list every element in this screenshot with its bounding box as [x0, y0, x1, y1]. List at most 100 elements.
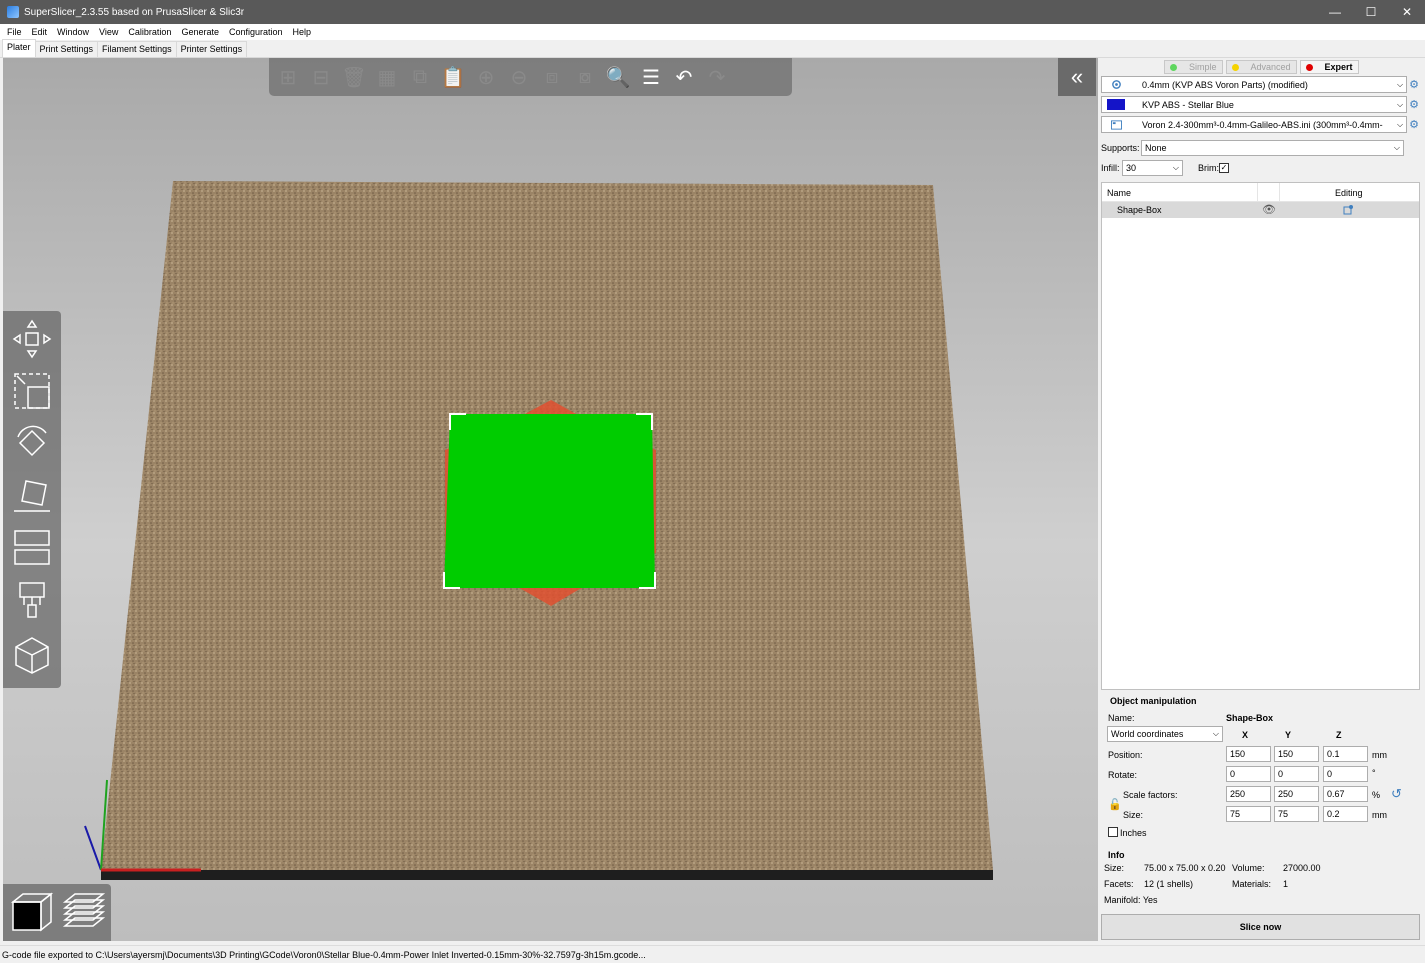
- bed-edge: [101, 870, 993, 880]
- brim-checkbox[interactable]: ✓: [1219, 163, 1229, 173]
- info-manifold: Manifold: Yes: [1104, 895, 1158, 905]
- reset-scale-icon[interactable]: ↺: [1391, 786, 1402, 802]
- menu-configuration[interactable]: Configuration: [224, 27, 288, 37]
- menu-help[interactable]: Help: [288, 27, 317, 37]
- cut-icon[interactable]: [8, 523, 56, 571]
- scale-x-field[interactable]: 250: [1226, 786, 1271, 802]
- infill-label: Infill:: [1101, 163, 1120, 173]
- axis-z-label: Z: [1336, 730, 1342, 740]
- top-toolbar: ⊞ ⊟ 🗑 ▦ ⧉ 📋 ⊕ ⊖ ⧈ ⧇ 🔍 ☰ ↶ ↷: [269, 58, 792, 96]
- eye-icon[interactable]: 👁: [1262, 203, 1276, 216]
- column-editing[interactable]: Editing: [1335, 188, 1363, 198]
- supports-select[interactable]: None ⌵: [1141, 140, 1404, 156]
- move-icon[interactable]: [8, 315, 56, 363]
- tab-filament-settings[interactable]: Filament Settings: [97, 41, 177, 57]
- info-materials-value: 1: [1283, 879, 1289, 889]
- paste-icon[interactable]: 📋: [438, 62, 468, 92]
- delete-all-icon[interactable]: 🗑: [339, 62, 369, 92]
- rotate-z-field[interactable]: 0: [1323, 766, 1368, 782]
- gear-icon[interactable]: ⚙: [1408, 119, 1420, 131]
- collapse-sidebar-icon[interactable]: «: [1058, 58, 1096, 96]
- size-unit: mm: [1372, 810, 1387, 820]
- mode-simple-button[interactable]: Simple: [1164, 60, 1223, 74]
- position-y-field[interactable]: 150: [1274, 746, 1319, 762]
- scale-y-field[interactable]: 250: [1274, 786, 1319, 802]
- 3d-viewport[interactable]: ⊞ ⊟ 🗑 ▦ ⧉ 📋 ⊕ ⊖ ⧈ ⧇ 🔍 ☰ ↶ ↷ «: [3, 58, 1098, 941]
- print-bed-scene[interactable]: [3, 58, 1098, 941]
- arrange-icon[interactable]: ▦: [372, 62, 402, 92]
- menu-window[interactable]: Window: [52, 27, 94, 37]
- maximize-button[interactable]: ☐: [1353, 0, 1389, 24]
- infill-select[interactable]: 30 ⌵: [1122, 160, 1183, 176]
- menu-view[interactable]: View: [94, 27, 123, 37]
- advanced-dot-icon: [1231, 63, 1239, 71]
- chevron-down-icon: ⌵: [1393, 143, 1400, 152]
- edit-settings-icon[interactable]: [1343, 204, 1354, 217]
- scale-unit: %: [1372, 790, 1381, 800]
- object-shape-box[interactable]: [444, 414, 655, 588]
- redo-icon[interactable]: ↷: [702, 62, 732, 92]
- position-x-field[interactable]: 150: [1226, 746, 1271, 762]
- position-z-field[interactable]: 0.1: [1323, 746, 1368, 762]
- layers-editing-icon[interactable]: ☰: [636, 62, 666, 92]
- chevron-down-icon: ⌵: [1396, 79, 1404, 89]
- scale-z-field[interactable]: 0.67: [1323, 786, 1368, 802]
- mode-advanced-button[interactable]: Advanced: [1225, 60, 1297, 74]
- split-parts-icon[interactable]: ⧇: [570, 62, 600, 92]
- delete-icon[interactable]: ⊟: [306, 62, 336, 92]
- printer-preset-combo[interactable]: Voron 2.4-300mm³-0.4mm-Galileo-ABS.ini (…: [1101, 116, 1407, 133]
- split-objects-icon[interactable]: ⧈: [537, 62, 567, 92]
- axis-x-label: X: [1242, 730, 1249, 740]
- minimize-button[interactable]: —: [1317, 0, 1353, 24]
- position-unit: mm: [1372, 750, 1387, 760]
- menu-calibration[interactable]: Calibration: [123, 27, 176, 37]
- size-x-field[interactable]: 75: [1226, 806, 1271, 822]
- gear-icon[interactable]: ⚙: [1408, 79, 1420, 91]
- print-preset-combo[interactable]: 0.4mm (KVP ABS Voron Parts) (modified) ⌵: [1101, 76, 1407, 93]
- mode-expert-button[interactable]: Expert: [1299, 60, 1359, 74]
- filament-color-swatch: [1102, 99, 1130, 110]
- copy-icon[interactable]: ⧉: [405, 62, 435, 92]
- column-name[interactable]: Name: [1107, 188, 1131, 198]
- inches-checkbox[interactable]: [1108, 827, 1118, 837]
- place-on-face-icon[interactable]: [8, 471, 56, 519]
- coordinate-system-select[interactable]: World coordinates ⌵: [1107, 726, 1223, 742]
- brim-label: Brim:: [1198, 163, 1219, 173]
- add-instance-icon[interactable]: ⊕: [471, 62, 501, 92]
- preview-layers-icon[interactable]: [59, 888, 107, 936]
- mode-advanced-label: Advanced: [1250, 62, 1291, 72]
- search-icon[interactable]: 🔍: [603, 62, 633, 92]
- size-z-field[interactable]: 0.2: [1323, 806, 1368, 822]
- menu-edit[interactable]: Edit: [27, 27, 53, 37]
- printer-preset-value: Voron 2.4-300mm³-0.4mm-Galileo-ABS.ini (…: [1142, 119, 1383, 130]
- list-item[interactable]: Shape-Box 👁: [1102, 202, 1419, 218]
- undo-icon[interactable]: ↶: [669, 62, 699, 92]
- scale-icon[interactable]: [8, 367, 56, 415]
- slice-now-button[interactable]: Slice now: [1101, 914, 1420, 940]
- rotate-y-field[interactable]: 0: [1274, 766, 1319, 782]
- rotate-icon[interactable]: [8, 419, 56, 467]
- tab-print-settings[interactable]: Print Settings: [34, 41, 99, 57]
- menu-generate[interactable]: Generate: [176, 27, 224, 37]
- lock-icon[interactable]: 🔓: [1108, 798, 1122, 811]
- object-list[interactable]: Name Editing Shape-Box 👁: [1101, 182, 1420, 690]
- rotate-x-field[interactable]: 0: [1226, 766, 1271, 782]
- axis-y-label: Y: [1285, 730, 1292, 740]
- inches-label: Inches: [1120, 828, 1147, 838]
- sidebar: Simple Advanced Expert 0.4mm (KVP ABS Vo…: [1098, 58, 1425, 941]
- paint-supports-icon[interactable]: [8, 575, 56, 623]
- object-name-value: Shape-Box: [1226, 713, 1274, 723]
- filament-preset-combo[interactable]: KVP ABS - Stellar Blue ⌵: [1101, 96, 1407, 113]
- app-icon: [7, 6, 19, 18]
- tab-plater[interactable]: Plater: [2, 39, 36, 57]
- menu-file[interactable]: File: [2, 27, 27, 37]
- 3d-view-icon[interactable]: [7, 888, 55, 936]
- size-y-field[interactable]: 75: [1274, 806, 1319, 822]
- add-icon[interactable]: ⊞: [273, 62, 303, 92]
- tab-printer-settings[interactable]: Printer Settings: [175, 41, 248, 57]
- gear-icon[interactable]: ⚙: [1408, 99, 1420, 111]
- sla-support-icon[interactable]: [8, 631, 56, 679]
- remove-instance-icon[interactable]: ⊖: [504, 62, 534, 92]
- info-volume-value: 27000.00: [1283, 863, 1321, 873]
- close-button[interactable]: ✕: [1389, 0, 1425, 24]
